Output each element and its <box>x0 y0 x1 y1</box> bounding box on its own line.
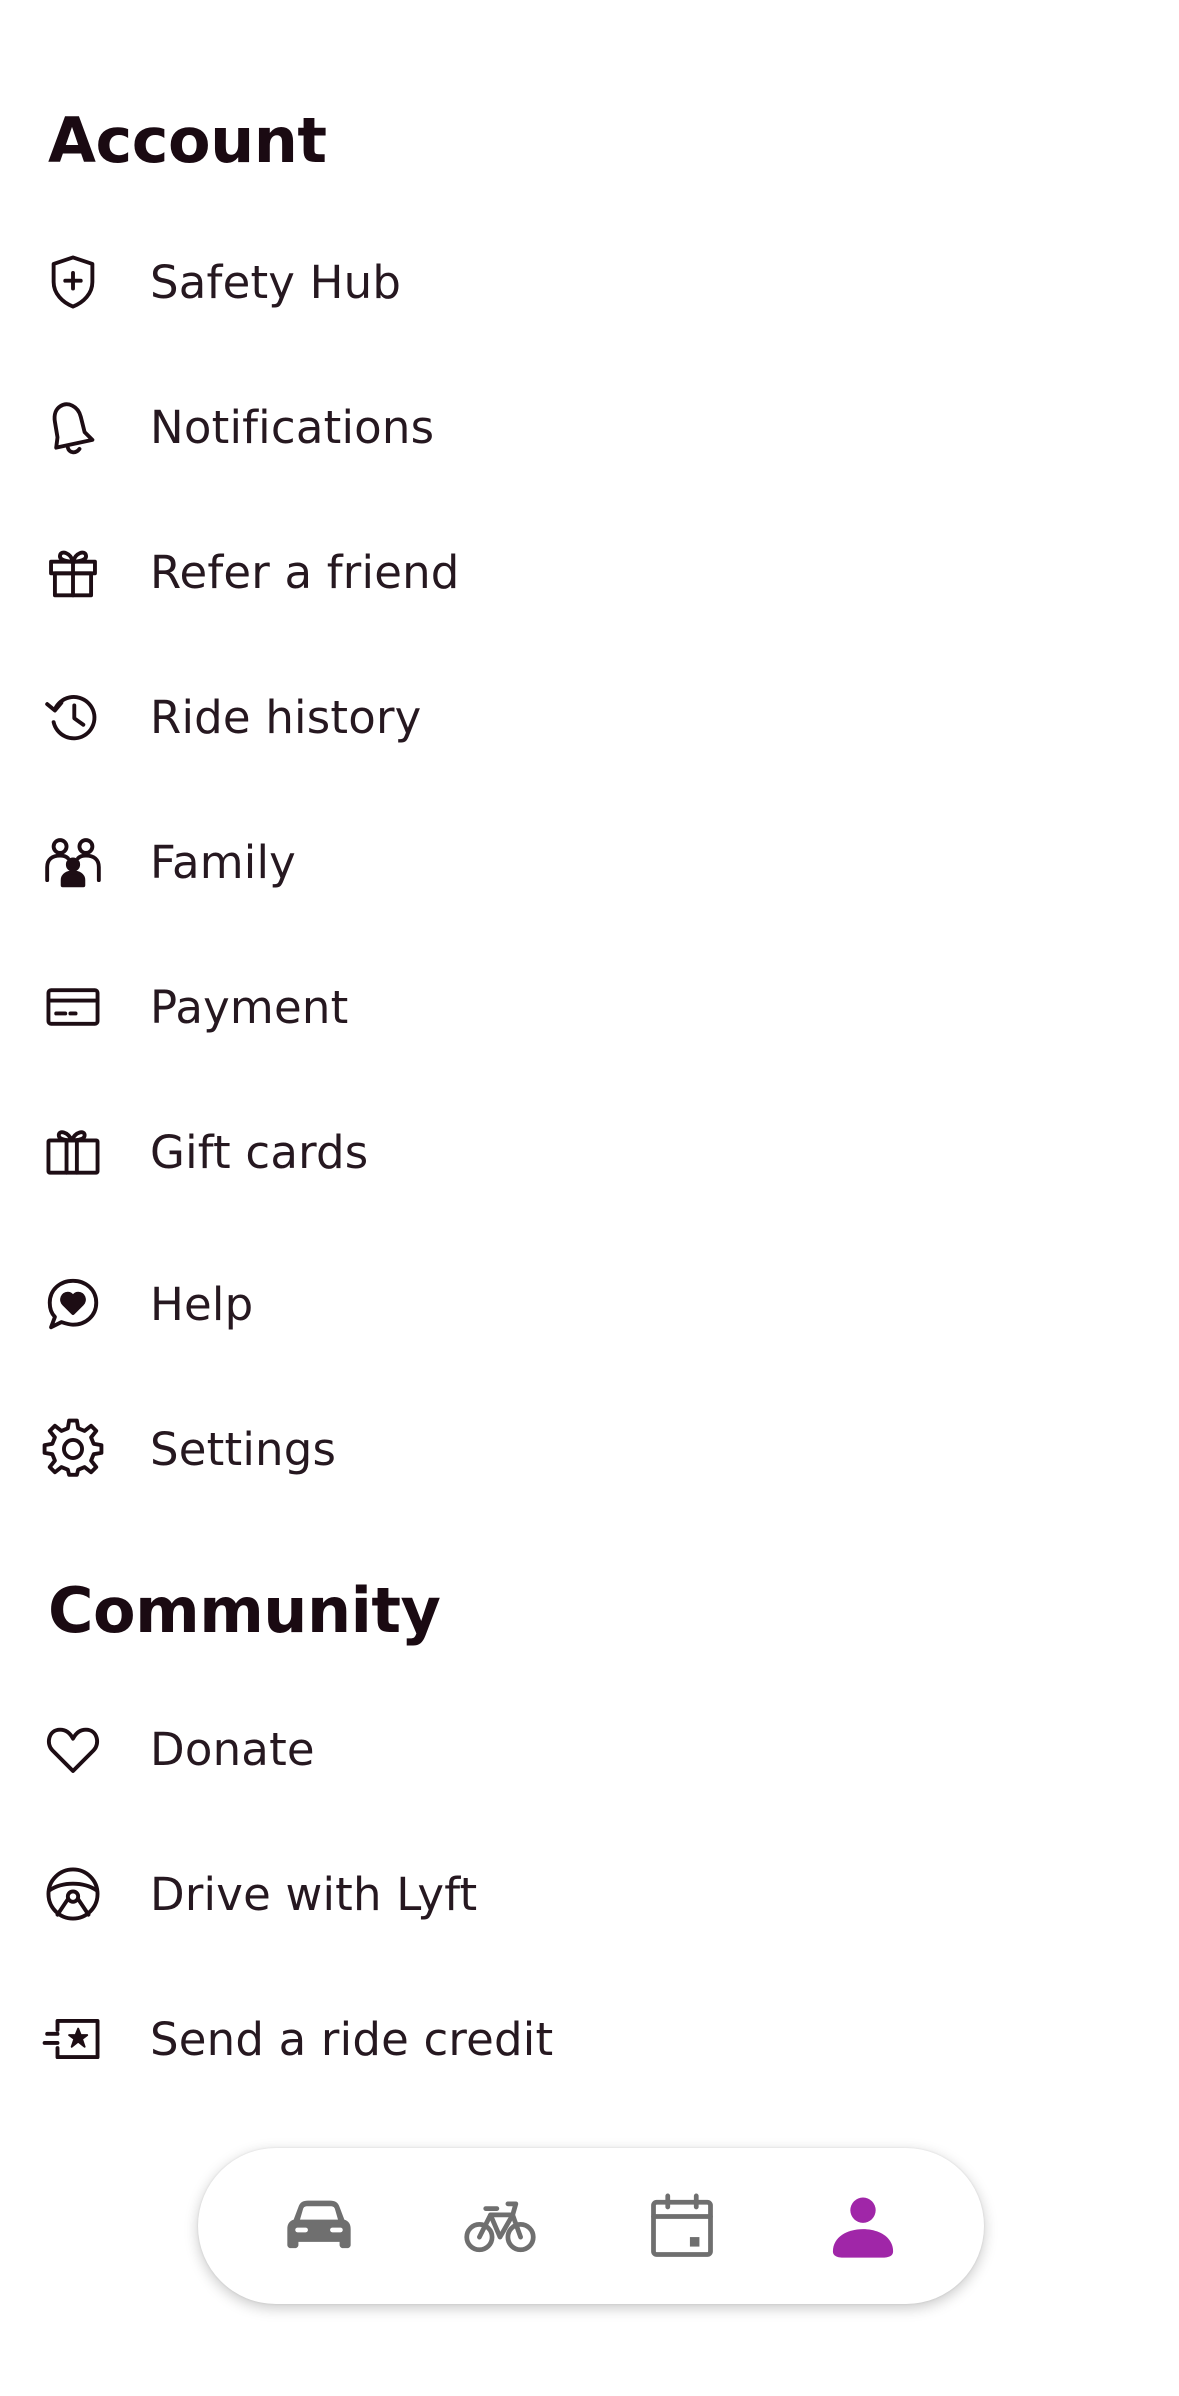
shield-plus-icon <box>40 249 106 315</box>
menu-item-ride-history[interactable]: Ride history <box>40 657 1140 777</box>
menu-item-safety-hub[interactable]: Safety Hub <box>40 222 1140 342</box>
calendar-icon <box>650 2193 713 2257</box>
gift-card-icon <box>40 1119 106 1185</box>
menu-item-label: Safety Hub <box>150 255 402 309</box>
menu-item-refer-a-friend[interactable]: Refer a friend <box>40 512 1140 632</box>
menu-item-notifications[interactable]: Notifications <box>40 367 1140 487</box>
menu-item-gift-cards[interactable]: Gift cards <box>40 1092 1140 1212</box>
menu-item-label: Donate <box>150 1722 315 1776</box>
nav-tab-scheduled[interactable] <box>622 2171 742 2281</box>
menu-item-settings[interactable]: Settings <box>40 1389 1140 1509</box>
credit-card-icon <box>40 974 106 1040</box>
nav-tab-profile[interactable] <box>803 2171 923 2281</box>
chat-heart-icon <box>40 1271 106 1337</box>
bell-icon <box>40 394 106 460</box>
account-section-title: Account <box>48 104 327 177</box>
menu-item-help[interactable]: Help <box>40 1244 1140 1364</box>
menu-item-label: Drive with Lyft <box>150 1867 478 1921</box>
menu-item-label: Send a ride credit <box>150 2012 554 2066</box>
gift-icon <box>40 539 106 605</box>
menu-item-label: Settings <box>150 1422 337 1476</box>
ride-credit-star-icon <box>40 2006 106 2072</box>
nav-tab-rides[interactable] <box>259 2171 379 2281</box>
menu-item-donate[interactable]: Donate <box>40 1689 1140 1809</box>
family-icon <box>40 829 106 895</box>
menu-item-label: Gift cards <box>150 1125 369 1179</box>
menu-item-drive-with-lyft[interactable]: Drive with Lyft <box>40 1834 1140 1954</box>
menu-item-label: Family <box>150 835 296 889</box>
menu-item-label: Notifications <box>150 400 435 454</box>
steering-wheel-icon <box>40 1861 106 1927</box>
community-section-title: Community <box>48 1574 441 1647</box>
heart-icon <box>40 1716 106 1782</box>
menu-item-payment[interactable]: Payment <box>40 947 1140 1067</box>
menu-item-label: Payment <box>150 980 349 1034</box>
menu-item-label: Refer a friend <box>150 545 460 599</box>
menu-item-label: Ride history <box>150 690 422 744</box>
bicycle-icon <box>464 2201 536 2253</box>
chevron-down-icon <box>44 0 72 6</box>
gear-icon <box>40 1416 106 1482</box>
bottom-nav-bar <box>198 2148 984 2304</box>
menu-item-family[interactable]: Family <box>40 802 1140 922</box>
car-icon <box>287 2200 351 2249</box>
menu-item-label: Help <box>150 1277 254 1331</box>
person-icon <box>833 2197 894 2258</box>
history-clock-icon <box>40 684 106 750</box>
menu-item-send-a-ride-credit[interactable]: Send a ride credit <box>40 1979 1140 2099</box>
nav-tab-bikes[interactable] <box>440 2171 560 2281</box>
